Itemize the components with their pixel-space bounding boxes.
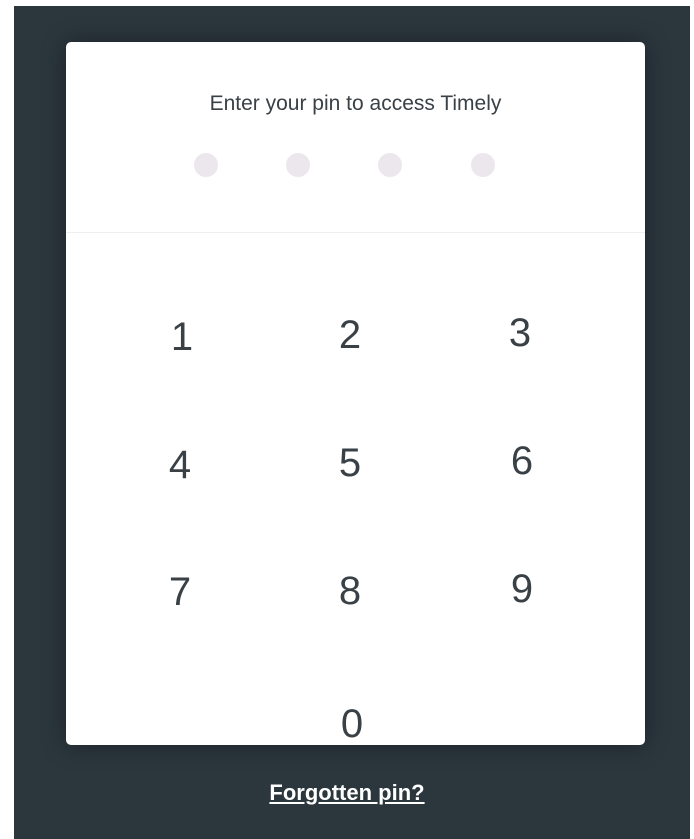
key-5[interactable]: 5 xyxy=(280,408,420,518)
key-1[interactable]: 1 xyxy=(112,282,252,392)
key-9[interactable]: 9 xyxy=(452,534,592,644)
keypad: 1 2 3 4 5 6 7 8 9 0 xyxy=(66,232,645,745)
key-0[interactable]: 0 xyxy=(282,669,422,745)
key-8[interactable]: 8 xyxy=(280,536,420,646)
key-2[interactable]: 2 xyxy=(280,280,420,390)
pin-indicator xyxy=(66,153,645,177)
forgotten-pin-link[interactable]: Forgotten pin? xyxy=(0,780,694,806)
key-3[interactable]: 3 xyxy=(450,278,590,388)
pin-dot-2 xyxy=(286,153,310,177)
key-4[interactable]: 4 xyxy=(110,410,250,520)
pin-dot-4 xyxy=(471,153,495,177)
pin-header: Enter your pin to access Timely xyxy=(66,42,645,233)
pin-dot-3 xyxy=(378,153,402,177)
key-7[interactable]: 7 xyxy=(110,537,250,647)
pin-dot-1 xyxy=(194,153,218,177)
key-6[interactable]: 6 xyxy=(452,406,592,516)
pin-card: Enter your pin to access Timely 1 2 3 4 … xyxy=(66,42,645,745)
pin-screen: Enter your pin to access Timely 1 2 3 4 … xyxy=(0,0,694,839)
pin-prompt: Enter your pin to access Timely xyxy=(209,92,502,115)
